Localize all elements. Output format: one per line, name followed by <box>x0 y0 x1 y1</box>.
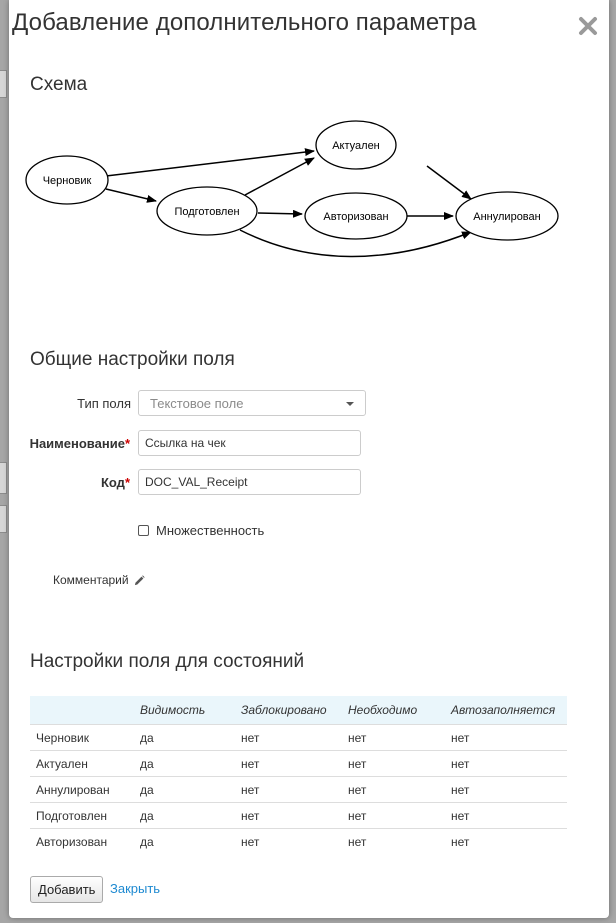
required-marker: * <box>124 475 130 490</box>
table-cell: нет <box>342 776 445 803</box>
multiplicity-checkbox[interactable] <box>138 525 149 536</box>
table-cell: да <box>134 724 235 751</box>
table-cell: да <box>134 776 235 803</box>
node-draft-label: Черновик <box>43 175 92 187</box>
general-settings-title: Общие настройки поля <box>30 349 235 370</box>
field-type-label: Тип поля <box>77 396 131 411</box>
table-cell: нет <box>235 724 342 751</box>
pencil-icon[interactable] <box>134 574 145 586</box>
column-header <box>30 696 134 725</box>
states-settings-title: Настройки поля для состояний <box>30 651 305 672</box>
field-type-select[interactable]: Текстовое поле <box>138 390 366 416</box>
multiplicity-label: Множественность <box>156 523 265 538</box>
node-prepared-label: Подготовлен <box>174 206 239 218</box>
background-element <box>0 505 7 533</box>
code-label: Код* <box>101 475 130 490</box>
node-draft: Черновик <box>25 155 109 205</box>
table-row: Аннулирован да нет нет нет <box>30 776 567 803</box>
edge-draft-actual <box>105 148 315 177</box>
table-cell: нет <box>235 828 342 854</box>
table-cell: да <box>134 750 235 777</box>
table-cell: нет <box>235 776 342 803</box>
comment-label: Комментарий <box>53 573 129 587</box>
node-cancelled: Аннулирован <box>455 191 559 241</box>
close-icon[interactable] <box>578 16 598 36</box>
table-cell: нет <box>445 802 567 829</box>
node-authorized-label: Авторизован <box>323 211 388 223</box>
column-header-visibility: Видимость <box>140 703 206 717</box>
states-table: Видимость Заблокировано Необходимо Автоз… <box>30 696 567 854</box>
state-diagram: Черновик Подготовлен Актуален Авторизова… <box>25 120 559 258</box>
chevron-down-icon <box>346 402 354 406</box>
edge-prepared-authorized <box>257 209 303 218</box>
name-input[interactable] <box>138 430 361 456</box>
table-cell: нет <box>445 724 567 751</box>
background-element <box>0 462 7 494</box>
add-button[interactable]: Добавить <box>30 876 104 903</box>
column-header-autofill: Автозаполняется <box>451 703 556 717</box>
table-header-row: Видимость Заблокировано Необходимо Автоз… <box>30 696 567 725</box>
code-label-text: Код <box>100 475 125 490</box>
node-authorized: Авторизован <box>304 192 408 240</box>
node-actual-label: Актуален <box>332 140 380 152</box>
schema-title: Схема <box>30 74 88 95</box>
table-cell: Актуален <box>30 750 134 777</box>
table-row: Авторизован да нет нет нет <box>30 828 567 854</box>
table-row: Актуален да нет нет нет <box>30 750 567 777</box>
table-cell: Аннулирован <box>30 776 134 803</box>
background-element <box>0 70 7 98</box>
table-cell: нет <box>235 750 342 777</box>
required-marker: * <box>124 436 130 451</box>
name-label-text: Наименование <box>29 436 125 451</box>
comment-row: Комментарий <box>53 573 145 587</box>
code-input[interactable] <box>138 469 361 495</box>
multiplicity-option[interactable]: Множественность <box>138 523 264 538</box>
table-cell: нет <box>445 750 567 777</box>
node-cancelled-label: Аннулирован <box>473 211 540 223</box>
table-cell: нет <box>445 776 567 803</box>
column-header-required: Необходимо <box>348 703 418 717</box>
table-row: Черновик да нет нет нет <box>30 724 567 751</box>
add-parameter-dialog: Добавление дополнительного параметра Схе… <box>9 0 609 918</box>
close-link[interactable]: Закрыть <box>110 881 160 896</box>
table-cell: нет <box>342 802 445 829</box>
table-cell: нет <box>235 802 342 829</box>
edge-actual-cancelled <box>426 165 472 200</box>
table-cell: нет <box>445 828 567 854</box>
node-actual: Актуален <box>315 120 397 170</box>
table-cell: да <box>134 828 235 854</box>
table-cell: нет <box>342 724 445 751</box>
table-cell: Авторизован <box>30 828 134 854</box>
table-row: Подготовлен да нет нет нет <box>30 802 567 829</box>
node-prepared: Подготовлен <box>156 186 258 236</box>
name-label: Наименование* <box>30 436 130 451</box>
table-cell: нет <box>342 828 445 854</box>
dialog-title: Добавление дополнительного параметра <box>12 9 477 36</box>
column-header-locked: Заблокировано <box>241 703 327 717</box>
table-cell: Подготовлен <box>30 802 134 829</box>
table-cell: нет <box>342 750 445 777</box>
table-cell: да <box>134 802 235 829</box>
table-cell: Черновик <box>30 724 134 751</box>
edge-prepared-actual <box>244 157 315 196</box>
field-type-value: Текстовое поле <box>150 396 244 411</box>
edge-draft-prepared <box>105 188 157 203</box>
